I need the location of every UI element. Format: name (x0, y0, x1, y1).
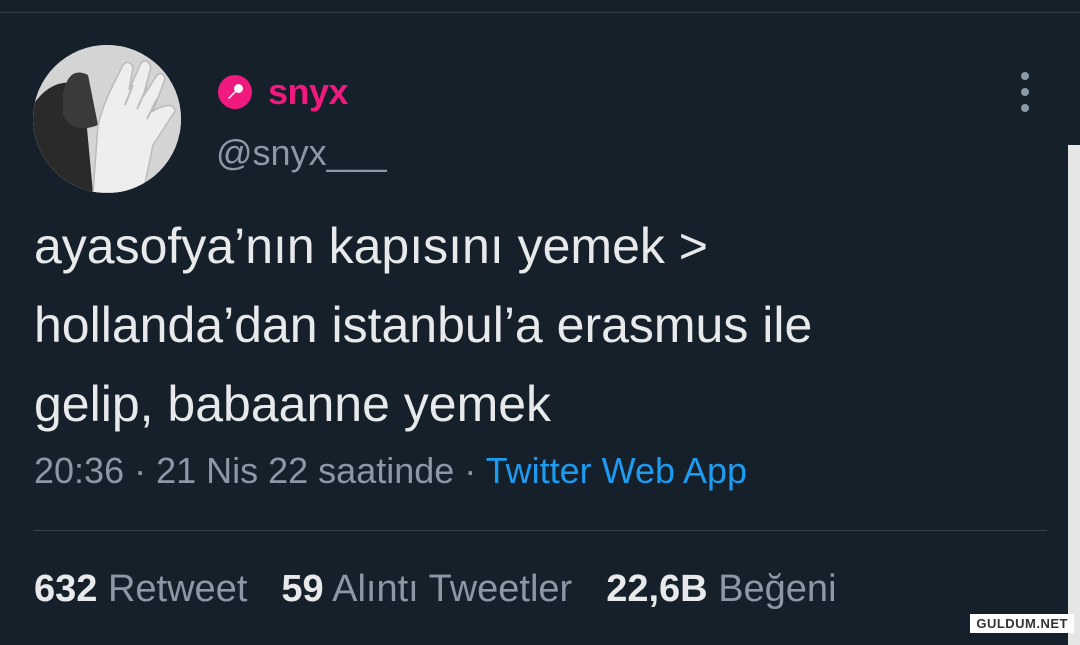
tweet-text-line: hollanda’dan istanbul’a erasmus ile (34, 297, 813, 353)
more-options-icon[interactable] (1012, 72, 1038, 112)
microphone-icon (218, 75, 252, 109)
quote-count: 59 (281, 568, 324, 610)
like-label: Beğeni (718, 568, 837, 610)
author-handle[interactable]: @snyx___ (216, 132, 387, 174)
top-divider (0, 12, 1080, 13)
avatar[interactable] (33, 45, 181, 193)
watermark: GULDUM.NET (970, 614, 1074, 633)
tweet-text-line: ayasofya’nın kapısını yemek > (34, 218, 708, 274)
like-stat[interactable]: 22,6B Beğeni (606, 568, 836, 611)
timestamp[interactable]: 20:36 · 21 Nis 22 saatinde (34, 450, 454, 491)
stats-divider (34, 530, 1047, 531)
retweet-stat[interactable]: 632 Retweet (34, 568, 247, 611)
source-link[interactable]: Twitter Web App (486, 450, 747, 491)
tweet-text-line: gelip, babaanne yemek (34, 376, 552, 432)
tweet-meta: 20:36 · 21 Nis 22 saatinde · Twitter Web… (34, 450, 747, 492)
retweet-count: 632 (34, 568, 98, 610)
author-display-name[interactable]: snyx (268, 71, 349, 113)
like-count: 22,6B (606, 568, 708, 610)
meta-separator: · (454, 450, 486, 491)
scrollbar[interactable] (1068, 145, 1080, 645)
tweet-stats: 632 Retweet 59 Alıntı Tweetler 22,6B Beğ… (34, 568, 871, 611)
quote-label: Alıntı Tweetler (332, 568, 573, 610)
retweet-label: Retweet (107, 568, 248, 610)
quote-stat[interactable]: 59 Alıntı Tweetler (281, 568, 572, 611)
avatar-image (33, 45, 181, 193)
tweet-text: ayasofya’nın kapısını yemek > hollanda’d… (34, 207, 1014, 444)
author-name-row[interactable]: snyx (218, 70, 349, 114)
